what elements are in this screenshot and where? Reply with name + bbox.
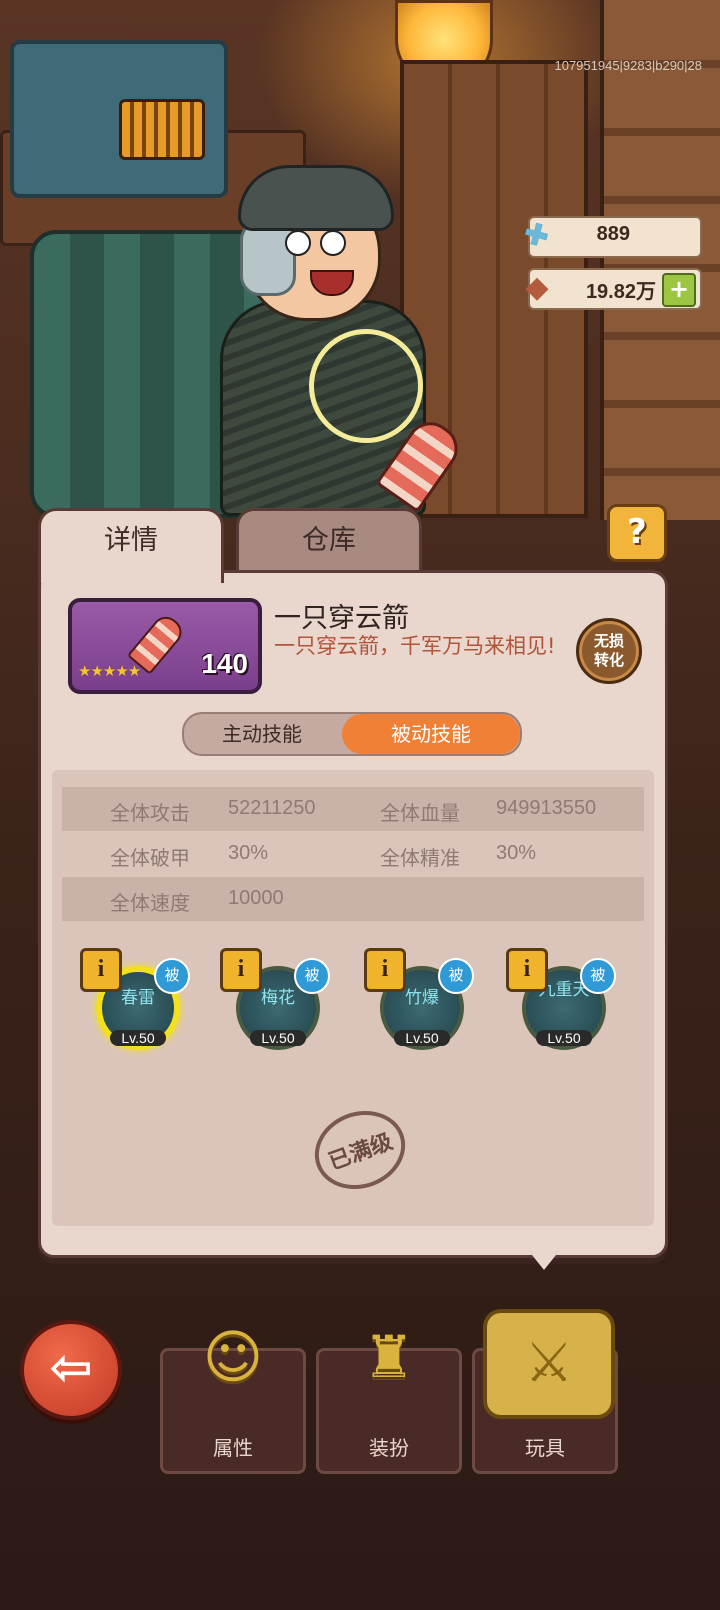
stat-value-accuracy: 30% — [496, 842, 537, 864]
clothes-hanger-icon: ♜ — [363, 1323, 415, 1391]
passive-badge: 被 — [294, 958, 330, 994]
stat-label-accuracy: 全体精准 — [380, 846, 460, 870]
back-button[interactable]: ⇦ — [20, 1320, 122, 1420]
radio-prop — [10, 40, 228, 198]
skill-level: Lv.50 — [394, 1030, 450, 1046]
skill-level: Lv.50 — [536, 1030, 592, 1046]
stat-value-speed: 10000 — [228, 887, 284, 909]
nav-outfit[interactable]: ♜ 装扮 — [316, 1323, 462, 1474]
nav-toys[interactable]: ⚔ 玩具 — [472, 1309, 618, 1474]
stat-value-hp: 949913550 — [496, 797, 597, 819]
coin-resource: ◆ 19.82万 + — [525, 268, 702, 310]
arrow-left-icon: ⇦ — [49, 1338, 93, 1398]
stat-label-armor: 全体破甲 — [110, 846, 190, 870]
stat-row: 全体攻击 52211250 全体血量 949913550 — [62, 787, 644, 831]
plus-icon: + — [668, 275, 690, 303]
tab-active-skills[interactable]: 主动技能 — [184, 714, 340, 754]
convert-label: 无损转化 — [593, 632, 624, 669]
skill-chunlei[interactable]: 春雷 Lv.50 i 被 — [80, 948, 210, 1058]
skill-meihua[interactable]: 梅花 Lv.50 i 被 — [220, 948, 350, 1058]
debug-info: 107951945|9283|b290|28 — [554, 58, 702, 73]
tab-storage[interactable]: 仓库 — [236, 508, 422, 579]
info-icon[interactable]: i — [506, 948, 548, 992]
item-stars: ★★★★★ — [78, 662, 141, 680]
item-description: 一只穿云箭，千军万马来相见! — [274, 634, 556, 658]
coin-value: 19.82万 — [585, 281, 656, 303]
stat-value-armor: 30% — [228, 842, 269, 864]
help-button[interactable]: ? — [607, 504, 667, 562]
nav-label: 玩具 — [525, 1436, 565, 1460]
passive-badge: 被 — [580, 958, 616, 994]
stat-value-attack: 52211250 — [228, 797, 316, 819]
skill-level: Lv.50 — [250, 1030, 306, 1046]
nav-label: 属性 — [213, 1436, 253, 1460]
tab-detail[interactable]: 详情 — [38, 508, 224, 583]
info-icon[interactable]: i — [80, 948, 122, 992]
info-icon[interactable]: i — [364, 948, 406, 992]
skill-jiuchongtian[interactable]: 九重天 Lv.50 i 被 — [506, 948, 636, 1058]
wrench-resource: ✖ 889 — [517, 214, 702, 258]
nav-label: 装扮 — [369, 1436, 409, 1460]
toolbox-icon: ⚔ — [483, 1309, 615, 1419]
character-bust-icon: ☺ — [202, 1323, 264, 1391]
wrench-value: 889 — [596, 223, 630, 245]
stat-row: 全体速度 10000 — [62, 877, 644, 921]
nav-attributes[interactable]: ☺ 属性 — [160, 1323, 306, 1474]
panel-pointer — [528, 1250, 560, 1270]
stat-row: 全体破甲 30% 全体精准 30% — [62, 832, 644, 876]
stat-label-speed: 全体速度 — [110, 891, 190, 915]
right-shelf — [600, 0, 720, 520]
add-coins-button[interactable]: + — [662, 273, 696, 307]
passive-badge: 被 — [438, 958, 474, 994]
stat-label-hp: 全体血量 — [380, 801, 460, 825]
stat-label-attack: 全体攻击 — [110, 801, 190, 825]
tab-passive-skills[interactable]: 被动技能 — [342, 714, 520, 754]
skill-zhubao[interactable]: 竹爆 Lv.50 i 被 — [364, 948, 494, 1058]
skill-type-switch: 主动技能 被动技能 — [182, 712, 522, 756]
target-ring-indicator — [309, 329, 423, 443]
skill-level: Lv.50 — [110, 1030, 166, 1046]
item-count: 140 — [201, 648, 248, 679]
item-name: 一只穿云箭 — [274, 603, 409, 634]
lossless-convert-button[interactable]: 无损转化 — [576, 618, 642, 684]
info-icon[interactable]: i — [220, 948, 262, 992]
passive-badge: 被 — [154, 958, 190, 994]
item-card: ★★★★★ 140 — [68, 598, 262, 694]
bag-icon: ◆ — [525, 269, 549, 305]
